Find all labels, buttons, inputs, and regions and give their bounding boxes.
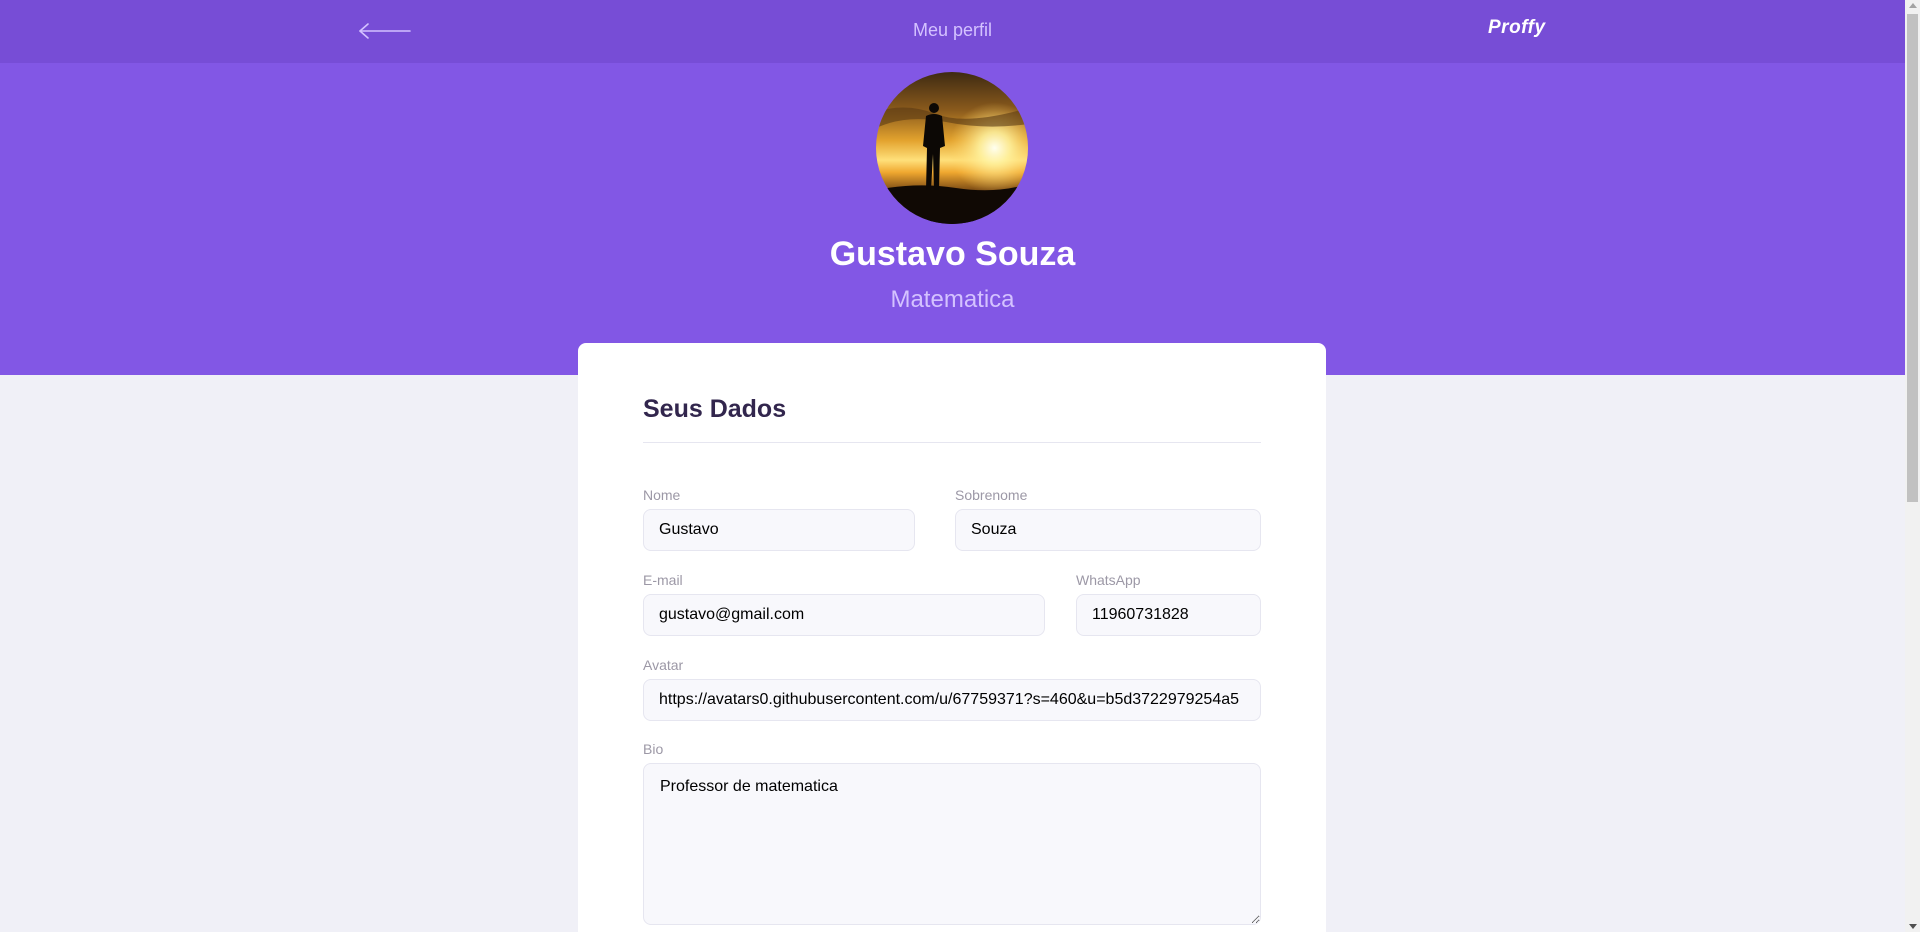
whatsapp-field[interactable] [1076, 594, 1261, 636]
profile-page: Meu perfil Proffy Gustavo Souza Matemati… [0, 0, 1905, 932]
vertical-scrollbar[interactable] [1905, 0, 1920, 932]
last-name-field[interactable] [955, 509, 1261, 551]
profile-name: Gustavo Souza [829, 235, 1076, 273]
section-divider [643, 442, 1261, 443]
section-title: Seus Dados [643, 395, 787, 423]
bio-field[interactable]: Professor de matematica [643, 763, 1261, 925]
scroll-down-arrow-icon[interactable] [1909, 924, 1917, 929]
top-bar: Meu perfil Proffy [0, 0, 1905, 63]
brand-logo: Proffy [1488, 17, 1546, 38]
profile-form-card: Seus Dados Nome Sobrenome E-mail WhatsAp… [578, 343, 1326, 932]
avatar-photo [876, 72, 1028, 224]
last-name-label: Sobrenome [955, 487, 1028, 503]
profile-subject: Matematica [890, 286, 1015, 313]
whatsapp-label: WhatsApp [1076, 572, 1141, 588]
bio-label: Bio [643, 741, 664, 757]
page-title: Meu perfil [912, 20, 993, 40]
scroll-up-arrow-icon[interactable] [1909, 3, 1917, 8]
first-name-field[interactable] [643, 509, 915, 551]
avatar [876, 72, 1028, 224]
email-field[interactable] [643, 594, 1045, 636]
first-name-label: Nome [643, 487, 681, 503]
avatar-url-field[interactable] [643, 679, 1261, 721]
scroll-thumb[interactable] [1907, 14, 1918, 502]
avatar-label: Avatar [643, 657, 684, 673]
email-label: E-mail [643, 572, 683, 588]
